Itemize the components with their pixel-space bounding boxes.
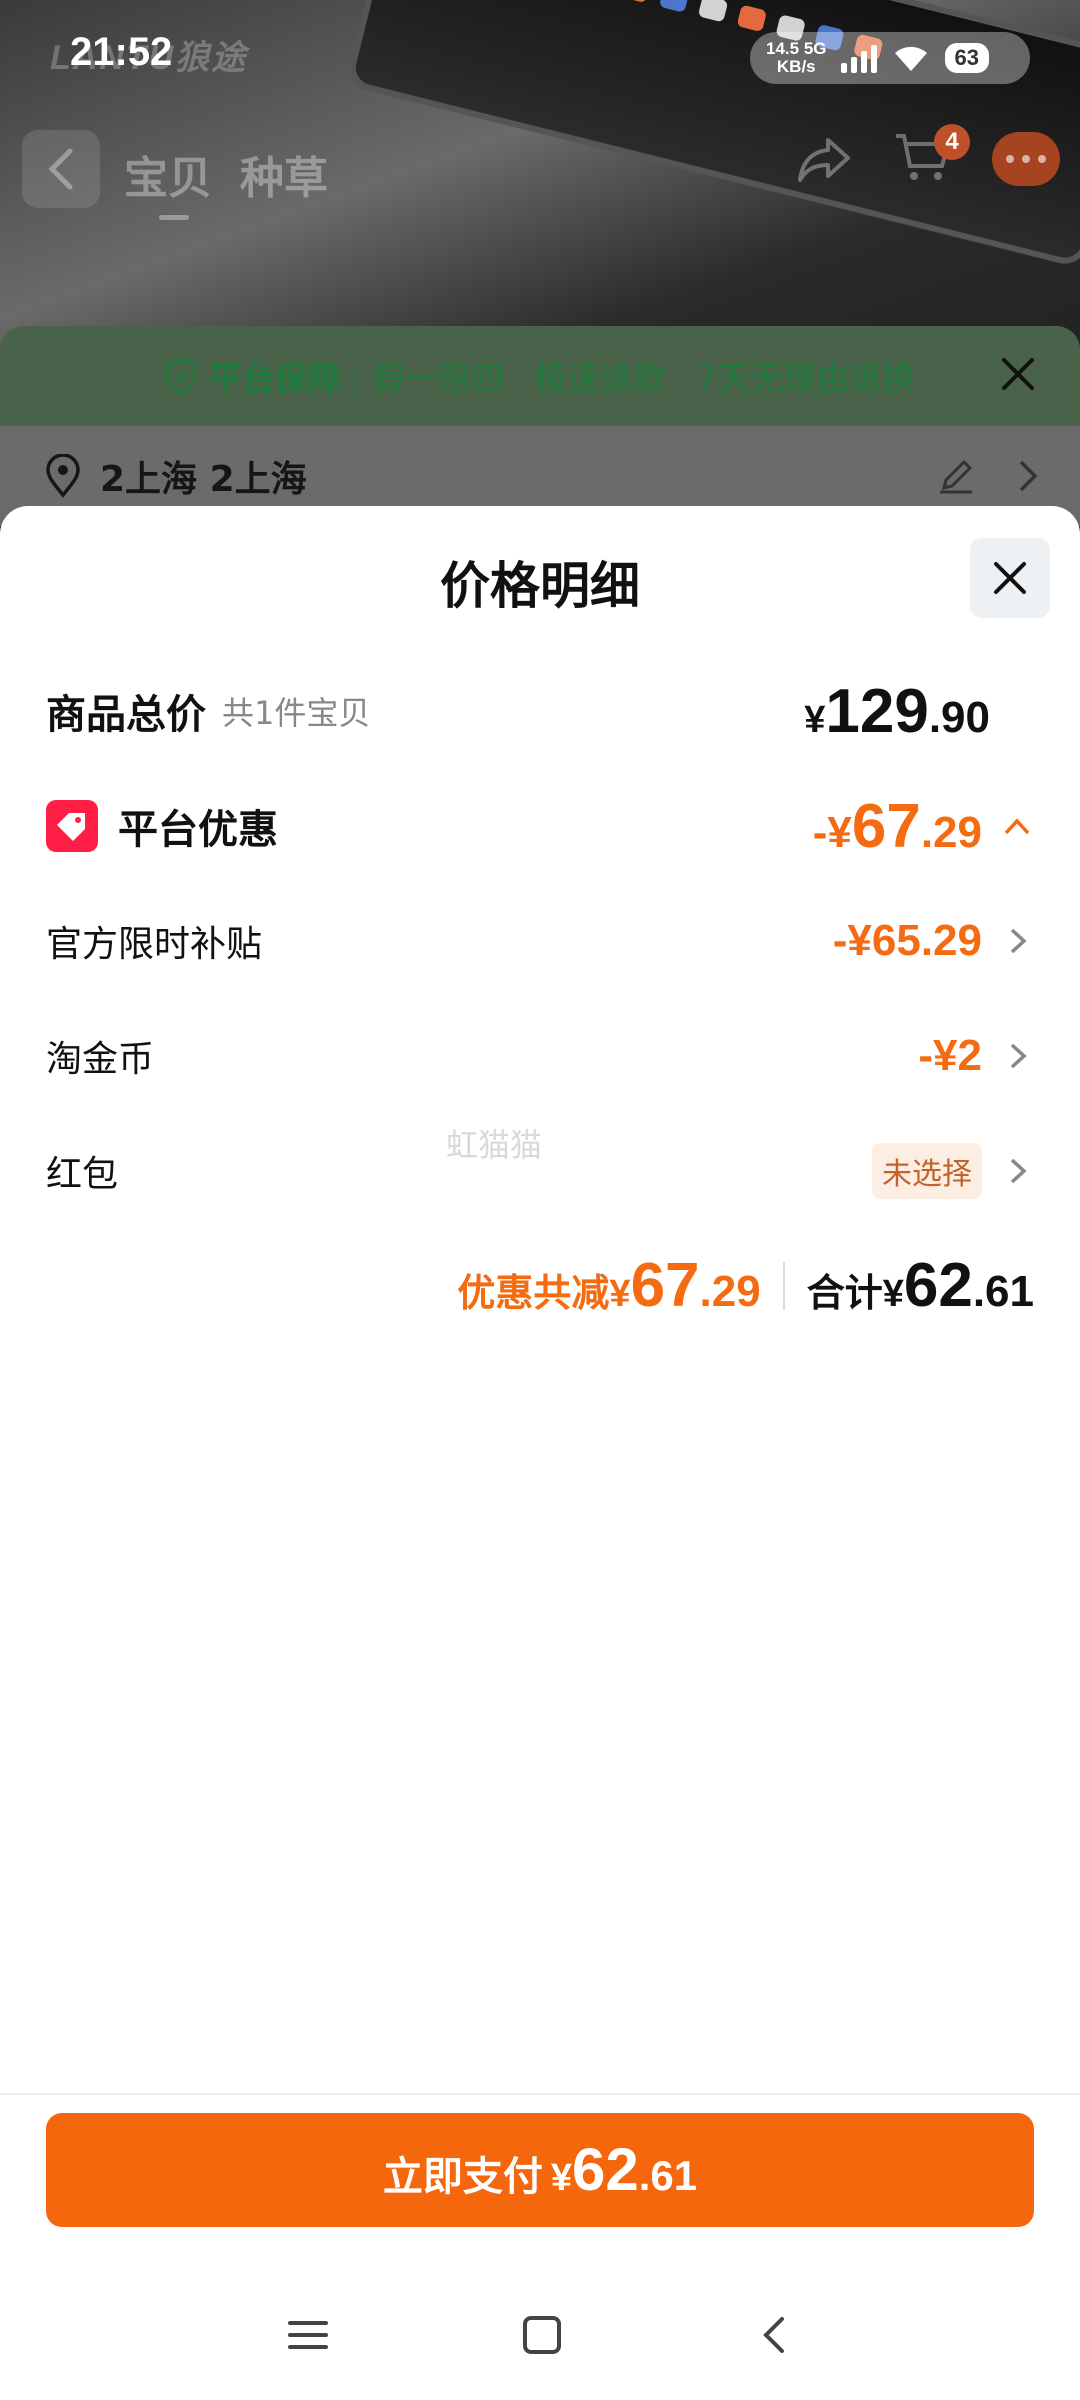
total-price-label: 商品总价 [46, 692, 206, 738]
coupon-tag-icon [46, 800, 98, 852]
share-icon[interactable] [796, 134, 852, 184]
chevron-right-icon [1010, 1043, 1027, 1069]
system-navigation-bar [0, 2290, 1080, 2380]
status-indicators: 14.5 5G KB/s 63 [750, 32, 1030, 84]
status-bar: 21:52 14.5 5G KB/s 63 [0, 0, 1080, 110]
red-packet-status: 未选择 [872, 1143, 982, 1199]
close-button[interactable] [970, 538, 1050, 618]
message-button[interactable] [992, 132, 1060, 186]
chevron-right-icon[interactable] [1016, 456, 1040, 496]
battery-indicator: 63 [944, 43, 989, 73]
guarantee-title: 平台保障 [208, 359, 341, 398]
status-time: 21:52 [70, 30, 173, 74]
address-text: 2上海 2上海 [100, 459, 307, 500]
coins-label: 淘金币 [46, 1039, 155, 1080]
back-icon[interactable] [754, 2313, 794, 2357]
wifi-icon [894, 46, 927, 71]
edit-icon[interactable] [936, 456, 976, 496]
nav-actions: 4 [796, 124, 1060, 188]
tab-zhongcao[interactable]: 种草 [240, 142, 328, 206]
coins-value: -¥2 [918, 1031, 982, 1080]
discount-total-value: ¥ 67 .29 [609, 1251, 761, 1320]
grand-total-label: 合计 [806, 1271, 883, 1315]
pay-now-label: 立即支付 [382, 2154, 543, 2200]
subsidy-row[interactable]: 官方限时补贴 -¥65.29 [46, 906, 1034, 976]
platform-discount-label: 平台优惠 [118, 807, 278, 853]
product-tabs: 宝贝 种草 [124, 142, 328, 220]
chevron-right-icon [1010, 1158, 1027, 1184]
total-price-row: 商品总价 共1件宝贝 ¥ 129 .90 [46, 676, 1034, 746]
pay-now-button[interactable]: 立即支付 ¥ 62 .61 [46, 2113, 1034, 2227]
chevron-left-icon [48, 148, 73, 190]
signal-icon [840, 43, 877, 73]
platform-discount-row[interactable]: 平台优惠 -¥ 67 .29 [46, 791, 1034, 861]
order-sheet-background: 平台保障 | 假一赔四 · 极速退款 · 7天无理由退换 2上海 2上海 [0, 326, 1080, 526]
address-actions [936, 456, 1040, 496]
coins-row[interactable]: 淘金币 -¥2 [46, 1021, 1034, 1091]
sheet-title: 价格明细 [440, 557, 640, 615]
shield-check-icon [165, 357, 197, 395]
guarantee-item: 假一赔四 [371, 359, 504, 398]
guarantee-item: 7天无理由退换 [696, 359, 916, 398]
chevron-up-icon[interactable] [1000, 809, 1034, 843]
product-nav-bar: 宝贝 种草 4 [0, 120, 1080, 220]
guarantee-item: 极速退款 [534, 359, 667, 398]
user-watermark: 虹猫猫 [446, 1126, 543, 1164]
platform-discount-value: -¥ 67 .29 [812, 791, 982, 861]
subsidy-label: 官方限时补贴 [46, 924, 263, 965]
home-icon[interactable] [520, 2313, 564, 2357]
tab-baobei[interactable]: 宝贝 [124, 142, 212, 220]
close-icon [994, 562, 1026, 594]
close-icon[interactable] [998, 354, 1038, 394]
cart-count-badge: 4 [934, 124, 970, 160]
cart-button[interactable]: 4 [892, 124, 970, 188]
discount-total-label: 优惠共减 [457, 1271, 610, 1315]
footer-divider [0, 2093, 1080, 2095]
net-speed: 14.5 5G KB/s [766, 39, 827, 76]
location-pin-icon [46, 454, 80, 498]
item-count: 共1件宝贝 [222, 694, 371, 732]
subsidy-value: -¥65.29 [832, 916, 982, 965]
price-summary: 优惠共减 ¥ 67 .29 合计 ¥ 62 .61 [457, 1250, 1034, 1321]
total-price-value: ¥ 129 .90 [804, 676, 990, 746]
summary-divider [782, 1261, 785, 1310]
grand-total-value: ¥ 62 .61 [882, 1251, 1034, 1320]
chevron-right-icon [1010, 928, 1027, 954]
menu-icon[interactable] [286, 2315, 330, 2355]
red-packet-label: 红包 [46, 1154, 119, 1195]
back-button[interactable] [22, 130, 100, 208]
platform-guarantee-banner: 平台保障 | 假一赔四 · 极速退款 · 7天无理由退换 [0, 326, 1080, 426]
